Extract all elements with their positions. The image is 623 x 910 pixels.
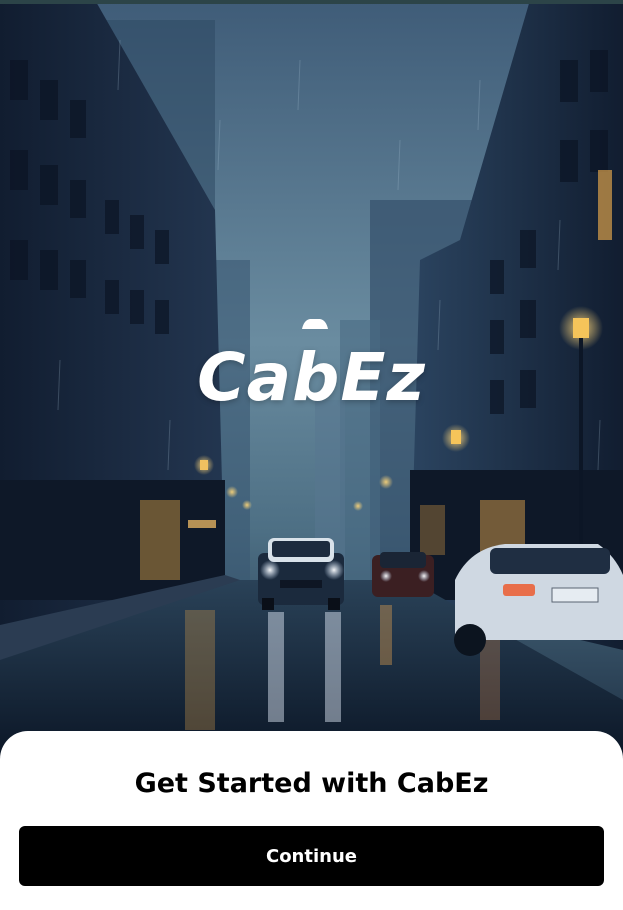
onboarding-screen: CabEz Get Started with CabEz Continue [0,0,623,910]
onboarding-title: Get Started with CabEz [134,768,489,799]
car-roof-icon [302,319,328,329]
continue-button[interactable]: Continue [19,826,604,886]
app-logo-text: CabEz [197,339,426,416]
bottom-sheet: Get Started with CabEz Continue [0,731,623,910]
status-strip [0,0,623,4]
